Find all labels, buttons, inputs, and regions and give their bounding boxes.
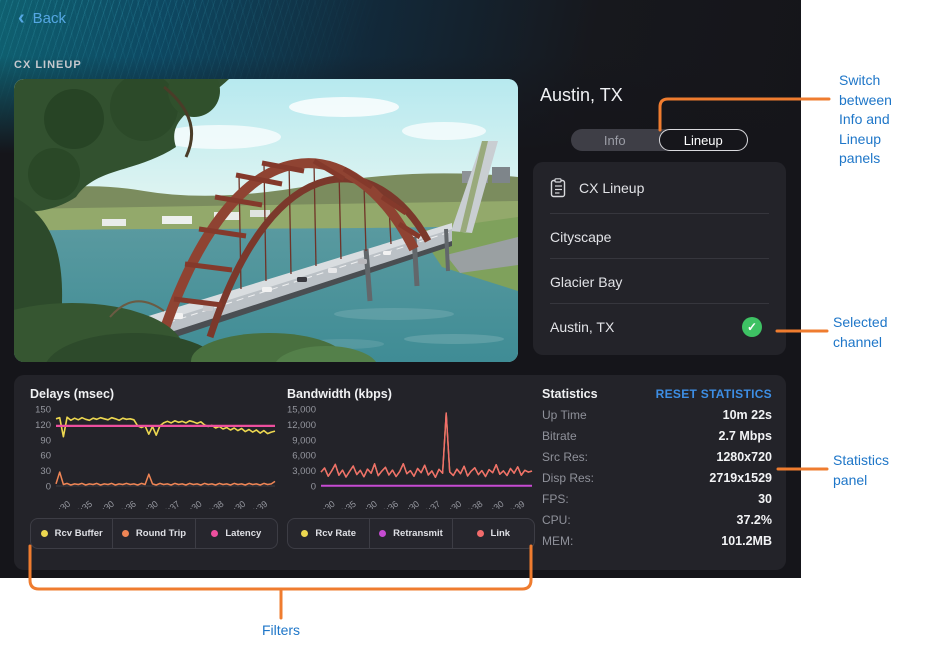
svg-text:15,000: 15,000 (287, 405, 316, 416)
delays-chart-plot: 1501209060300:3012:35:3012:36:3012:37:30… (30, 403, 278, 509)
svg-text::30: :30 (490, 499, 506, 509)
legend-dot-icon (122, 530, 129, 537)
svg-text::30: :30 (56, 499, 72, 509)
delays-chart-column: Delays (msec) 1501209060300:3012:35:3012… (30, 387, 278, 549)
delays-chart: 1501209060300:3012:35:3012:36:3012:37:30… (30, 403, 278, 549)
reset-statistics-button[interactable]: RESET STATISTICS (656, 387, 772, 401)
svg-text:30: 30 (40, 466, 51, 477)
bandwidth-chart-filters: Rcv RateRetransmitLink (287, 518, 535, 549)
svg-text:12,000: 12,000 (287, 420, 316, 431)
bandwidth-chart-title: Bandwidth (kbps) (287, 387, 535, 401)
tab-info[interactable]: Info (571, 129, 659, 151)
selected-check-icon: ✓ (742, 317, 762, 337)
divider (550, 258, 769, 259)
delays-chart-title: Delays (msec) (30, 387, 278, 401)
svg-text:12:39: 12:39 (245, 499, 269, 509)
svg-text:12:36: 12:36 (114, 499, 138, 509)
stat-row-uptime: Up Time10m 22s (542, 408, 772, 422)
svg-text::30: :30 (100, 499, 116, 509)
app-window: ‹ Back CX LINEUP (0, 0, 801, 578)
svg-text:60: 60 (40, 451, 51, 462)
svg-text:12:35: 12:35 (70, 499, 94, 509)
bandwidth-chart-series-link (321, 413, 532, 477)
svg-text::30: :30 (321, 499, 337, 509)
svg-text:150: 150 (35, 405, 51, 416)
divider (550, 303, 769, 304)
tab-lineup[interactable]: Lineup (659, 129, 749, 151)
statistics-title: Statistics (542, 387, 598, 401)
svg-text:12:39: 12:39 (503, 499, 527, 509)
stat-row-fps: FPS:30 (542, 492, 772, 506)
filter-rcv-buffer-button[interactable]: Rcv Buffer (31, 519, 112, 548)
legend-dot-icon (301, 530, 308, 537)
stat-row-disp-res: Disp Res:2719x1529 (542, 471, 772, 485)
svg-text:0: 0 (46, 482, 51, 493)
channel-title: Austin, TX (540, 85, 623, 106)
svg-text:6,000: 6,000 (292, 451, 316, 462)
info-lineup-tabs: Info Lineup (571, 129, 748, 151)
filter-retransmit-button[interactable]: Retransmit (369, 519, 451, 548)
svg-text:12:35: 12:35 (334, 499, 358, 509)
svg-text:0: 0 (311, 482, 316, 493)
svg-text:90: 90 (40, 435, 51, 446)
svg-text:3,000: 3,000 (292, 466, 316, 477)
svg-text::30: :30 (363, 499, 379, 509)
svg-text:9,000: 9,000 (292, 435, 316, 446)
svg-text:12:38: 12:38 (202, 499, 226, 509)
video-preview[interactable] (14, 79, 518, 362)
statistics-and-charts-panel: Delays (msec) 1501209060300:3012:35:3012… (14, 375, 786, 570)
legend-dot-icon (477, 530, 484, 537)
svg-text::30: :30 (405, 499, 421, 509)
svg-text::30: :30 (447, 499, 463, 509)
svg-text::30: :30 (188, 499, 204, 509)
stat-row-mem: MEM:101.2MB (542, 534, 772, 548)
legend-dot-icon (379, 530, 386, 537)
svg-text:120: 120 (35, 420, 51, 431)
filter-latency-button[interactable]: Latency (195, 519, 277, 548)
delays-chart-series-round-trip (56, 472, 275, 485)
filter-link-button[interactable]: Link (452, 519, 534, 548)
svg-text::30: :30 (144, 499, 160, 509)
channel-item-cityscape[interactable]: Cityscape (533, 216, 786, 258)
back-button[interactable]: ‹ Back (18, 10, 66, 27)
svg-text::30: :30 (231, 499, 247, 509)
stat-row-bitrate: Bitrate2.7 Mbps (542, 429, 772, 443)
bandwidth-chart-column: Bandwidth (kbps) 15,000 12,000 9,000 6,000 3… (287, 387, 535, 549)
note-selected-channel: Selected channel (833, 313, 913, 352)
delays-chart-filters: Rcv BufferRound TripLatency (30, 518, 278, 549)
legend-dot-icon (211, 530, 218, 537)
svg-text:12:36: 12:36 (376, 499, 400, 509)
note-filters: Filters (221, 621, 341, 641)
stat-row-cpu: CPU:37.2% (542, 513, 772, 527)
screenshot-canvas: ‹ Back CX LINEUP (0, 0, 948, 660)
lineup-header: CX Lineup (533, 168, 786, 208)
filter-rcv-rate-button[interactable]: Rcv Rate (288, 519, 369, 548)
bridge-scene-illustration (14, 79, 518, 362)
svg-text:12:37: 12:37 (418, 499, 442, 509)
svg-text:12:38: 12:38 (461, 499, 485, 509)
note-switch-panels: Switch between Info and Lineup panels (839, 71, 915, 169)
divider (550, 213, 769, 214)
statistics-panel: Statistics RESET STATISTICS Up Time10m 2… (542, 387, 772, 548)
filter-round-trip-button[interactable]: Round Trip (112, 519, 194, 548)
channel-item-glacier-bay[interactable]: Glacier Bay (533, 261, 786, 303)
bandwidth-chart: 15,00012,0009,0006,0003,0000:3012:35:301… (287, 403, 535, 549)
bandwidth-chart-plot: 15,00012,0009,0006,0003,0000:3012:35:301… (287, 403, 535, 509)
back-label: Back (33, 10, 66, 27)
legend-dot-icon (41, 530, 48, 537)
lineup-list-icon (550, 178, 567, 198)
section-label: CX LINEUP (14, 59, 82, 71)
note-statistics-panel: Statistics panel (833, 451, 917, 490)
lineup-title: CX Lineup (579, 180, 644, 196)
chevron-left-icon: ‹ (18, 11, 25, 26)
svg-text:12:37: 12:37 (158, 499, 182, 509)
stat-row-src-res: Src Res:1280x720 (542, 450, 772, 464)
